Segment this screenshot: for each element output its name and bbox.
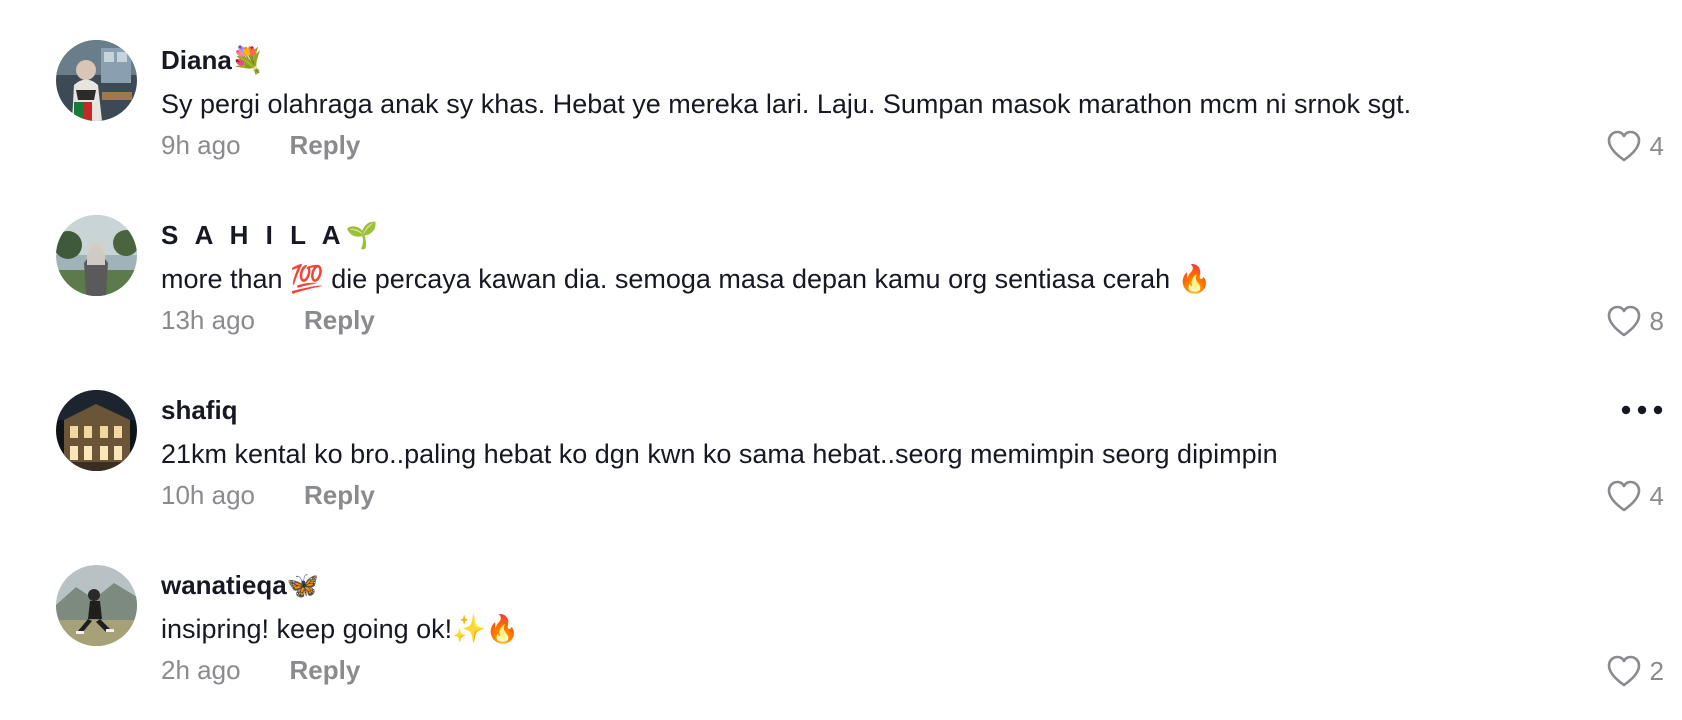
comment-meta: 13h ago Reply — [161, 303, 375, 337]
comment-text-part: more than — [161, 264, 291, 294]
comment-item: S A H I L A🌱 more than 💯 die percaya kaw… — [0, 215, 1682, 365]
comment-list: Diana💐 Sy pergi olahraga anak sy khas. H… — [0, 0, 1682, 720]
heart-outline-icon — [1607, 305, 1640, 337]
more-dots-icon — [1621, 405, 1663, 415]
comment-text: more than 💯 die percaya kawan dia. semog… — [161, 262, 1211, 297]
like-button[interactable]: 2 — [1606, 653, 1664, 689]
username[interactable]: wanatieqa🦋 — [161, 569, 319, 602]
comment-text: insipring! keep going ok!✨🔥 — [161, 612, 519, 647]
comment-text-part: die percaya kawan dia. semoga masa depan… — [323, 264, 1178, 294]
comment-item: wanatieqa🦋 insipring! keep going ok!✨🔥 2… — [0, 565, 1682, 715]
comment-item: Diana💐 Sy pergi olahraga anak sy khas. H… — [0, 40, 1682, 190]
like-button[interactable]: 8 — [1606, 303, 1664, 339]
reply-button[interactable]: Reply — [304, 478, 375, 512]
comment-meta: 2h ago Reply — [161, 653, 360, 687]
avatar-image — [56, 40, 137, 121]
username-emoji: 💐 — [231, 46, 265, 76]
reply-button[interactable]: Reply — [290, 653, 361, 687]
reply-button[interactable]: Reply — [304, 303, 375, 337]
heart-outline-icon — [1607, 130, 1640, 162]
username[interactable]: S A H I L A🌱 — [161, 219, 383, 252]
comment-item: shafiq 21km kental ko bro..paling hebat … — [0, 390, 1682, 540]
like-count: 8 — [1649, 306, 1664, 336]
comment-text-part: insipring! keep going ok! — [161, 614, 453, 644]
username-text: S A H I L A — [161, 220, 346, 250]
fire-emoji: 🔥 — [1177, 264, 1212, 295]
more-options-button[interactable] — [1620, 402, 1664, 418]
comment-meta: 10h ago Reply — [161, 478, 375, 512]
sparkles-fire-emoji: ✨🔥 — [452, 614, 520, 645]
username[interactable]: Diana💐 — [161, 44, 264, 77]
username[interactable]: shafiq — [161, 394, 238, 426]
avatar[interactable] — [56, 215, 137, 296]
avatar-image — [56, 565, 137, 646]
like-count: 4 — [1649, 131, 1664, 161]
timestamp: 10h ago — [161, 480, 255, 510]
like-button[interactable]: 4 — [1606, 478, 1664, 514]
like-count: 2 — [1649, 656, 1664, 686]
comment-text: 21km kental ko bro..paling hebat ko dgn … — [161, 439, 1278, 469]
username-emoji: 🦋 — [286, 571, 320, 601]
timestamp: 13h ago — [161, 305, 255, 335]
username-emoji: 🌱 — [345, 221, 383, 251]
avatar[interactable] — [56, 565, 137, 646]
comment-meta: 9h ago Reply — [161, 128, 360, 162]
comment-text: Sy pergi olahraga anak sy khas. Hebat ye… — [161, 89, 1412, 119]
reply-button[interactable]: Reply — [290, 128, 361, 162]
username-text: shafiq — [161, 395, 238, 425]
heart-outline-icon — [1607, 480, 1640, 512]
username-text: Diana — [161, 45, 232, 75]
like-count: 4 — [1649, 481, 1664, 511]
avatar[interactable] — [56, 40, 137, 121]
hundred-points-emoji: 💯 — [290, 264, 324, 295]
timestamp: 9h ago — [161, 130, 241, 160]
heart-outline-icon — [1607, 655, 1640, 687]
avatar-image — [56, 390, 137, 471]
avatar-image — [56, 215, 137, 296]
avatar[interactable] — [56, 390, 137, 471]
timestamp: 2h ago — [161, 655, 241, 685]
like-button[interactable]: 4 — [1606, 128, 1664, 164]
username-text: wanatieqa — [161, 570, 287, 600]
